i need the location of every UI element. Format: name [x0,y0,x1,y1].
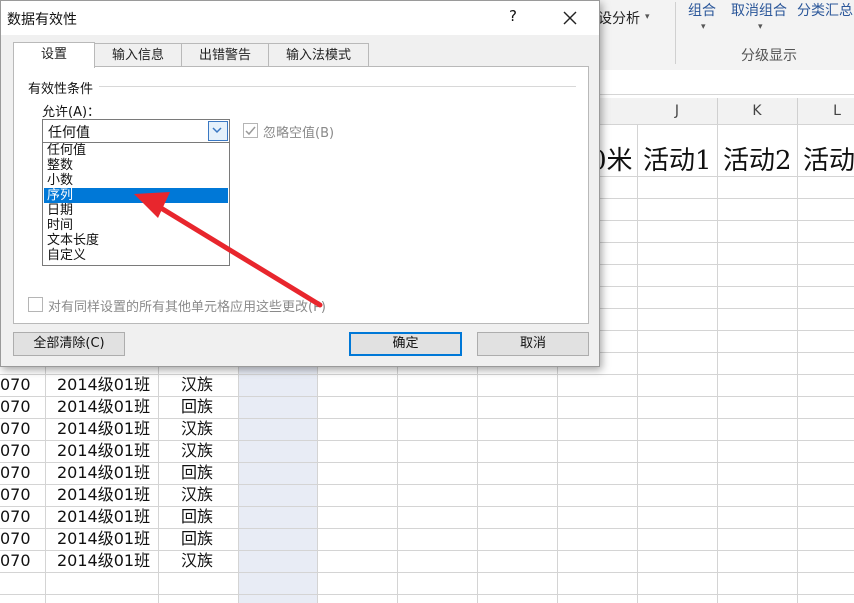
what-if-analysis-button[interactable]: 设分析 [598,8,640,28]
chevron-down-icon[interactable] [208,121,228,141]
grid-line [637,124,638,603]
header-cell[interactable]: 活动1 [643,140,712,177]
option-decimal[interactable]: 小数 [44,173,228,188]
clear-all-button[interactable]: 全部清除(C) [13,332,125,356]
table-cell[interactable]: 2014级01班 [57,484,150,506]
table-cell[interactable]: 汉族 [181,440,213,462]
check-icon [245,126,256,136]
chevron-down-icon [212,127,222,134]
validation-criteria-title: 有效性条件 [28,78,100,97]
tab-error-alert[interactable]: 出错警告 [181,43,269,67]
table-cell[interactable]: 2014级01班 [57,396,150,418]
ignore-blank-label: 忽略空值(B) [263,126,335,141]
tab-settings[interactable]: 设置 [13,42,95,68]
grid-line [0,572,854,573]
table-cell[interactable]: 070 [0,374,31,396]
allow-label: 允许(A)： [42,105,101,120]
ok-button[interactable]: 确定 [349,332,462,356]
option-list[interactable]: 序列 [44,188,228,203]
subtotal-button[interactable]: 分类汇总 [797,0,853,20]
option-custom[interactable]: 自定义 [44,248,228,263]
header-cell[interactable]: 活动 [803,140,854,177]
table-cell[interactable]: 070 [0,528,31,550]
apply-all-label: 对有同样设置的所有其他单元格应用这些更改(P) [48,300,326,315]
header-cell[interactable]: 活动2 [723,140,792,177]
table-cell[interactable]: 回族 [181,396,213,418]
grid-line [797,124,798,603]
table-cell[interactable]: 2014级01班 [57,374,150,396]
table-cell[interactable]: 2014级01班 [57,418,150,440]
divider [96,86,576,87]
table-cell[interactable]: 070 [0,440,31,462]
outline-group-label: 分级显示 [741,48,797,64]
table-cell[interactable]: 汉族 [181,550,213,572]
table-cell[interactable]: 070 [0,484,31,506]
table-cell[interactable]: 070 [0,550,31,572]
close-button[interactable] [556,5,584,31]
chevron-down-icon: ▾ [758,22,763,32]
grid-line [0,594,854,595]
tab-ime-mode[interactable]: 输入法模式 [268,43,369,67]
table-cell[interactable]: 汉族 [181,484,213,506]
table-cell[interactable]: 2014级01班 [57,440,150,462]
ribbon-separator [675,2,676,64]
option-whole-number[interactable]: 整数 [44,158,228,173]
allow-dropdown-list: 任何值 整数 小数 序列 日期 时间 文本长度 自定义 [42,142,230,266]
table-cell[interactable]: 汉族 [181,374,213,396]
table-cell[interactable]: 070 [0,418,31,440]
option-text-length[interactable]: 文本长度 [44,233,228,248]
chevron-down-icon: ▾ [645,12,650,22]
data-validation-dialog: 数据有效性 ? 设置 输入信息 出错警告 输入法模式 有效性条件 允许(A)： … [0,0,600,367]
table-cell[interactable]: 070 [0,462,31,484]
group-button[interactable]: 组合 [688,0,716,20]
table-cell[interactable]: 070 [0,396,31,418]
column-header-l[interactable]: L [797,98,854,124]
table-cell[interactable]: 2014级01班 [57,550,150,572]
option-time[interactable]: 时间 [44,218,228,233]
grid-line [717,124,718,603]
table-cell[interactable]: 汉族 [181,418,213,440]
option-date[interactable]: 日期 [44,203,228,218]
settings-panel: 有效性条件 允许(A)： 任何值 任何值 整数 小数 序列 日期 时间 文本长度… [13,66,589,324]
allow-select-value: 任何值 [48,125,90,141]
table-cell[interactable]: 回族 [181,528,213,550]
allow-select[interactable]: 任何值 [42,119,230,143]
dialog-title: 数据有效性 [7,12,77,28]
table-cell[interactable]: 2014级01班 [57,462,150,484]
column-header-k[interactable]: K [717,98,798,124]
apply-all-checkbox[interactable] [28,297,43,312]
help-button[interactable]: ? [501,7,525,29]
cancel-button[interactable]: 取消 [477,332,589,356]
table-cell[interactable]: 回族 [181,506,213,528]
close-icon [563,11,577,25]
table-cell[interactable]: 回族 [181,462,213,484]
column-header-j[interactable]: J [637,98,718,124]
ungroup-button[interactable]: 取消组合 [731,0,787,20]
table-cell[interactable]: 2014级01班 [57,506,150,528]
table-cell[interactable]: 070 [0,506,31,528]
ignore-blank-checkbox[interactable] [243,123,258,138]
table-cell[interactable]: 2014级01班 [57,528,150,550]
dialog-titlebar: 数据有效性 ? [1,1,599,35]
option-any-value[interactable]: 任何值 [44,143,228,158]
tab-input-message[interactable]: 输入信息 [94,43,182,67]
chevron-down-icon: ▾ [701,22,706,32]
